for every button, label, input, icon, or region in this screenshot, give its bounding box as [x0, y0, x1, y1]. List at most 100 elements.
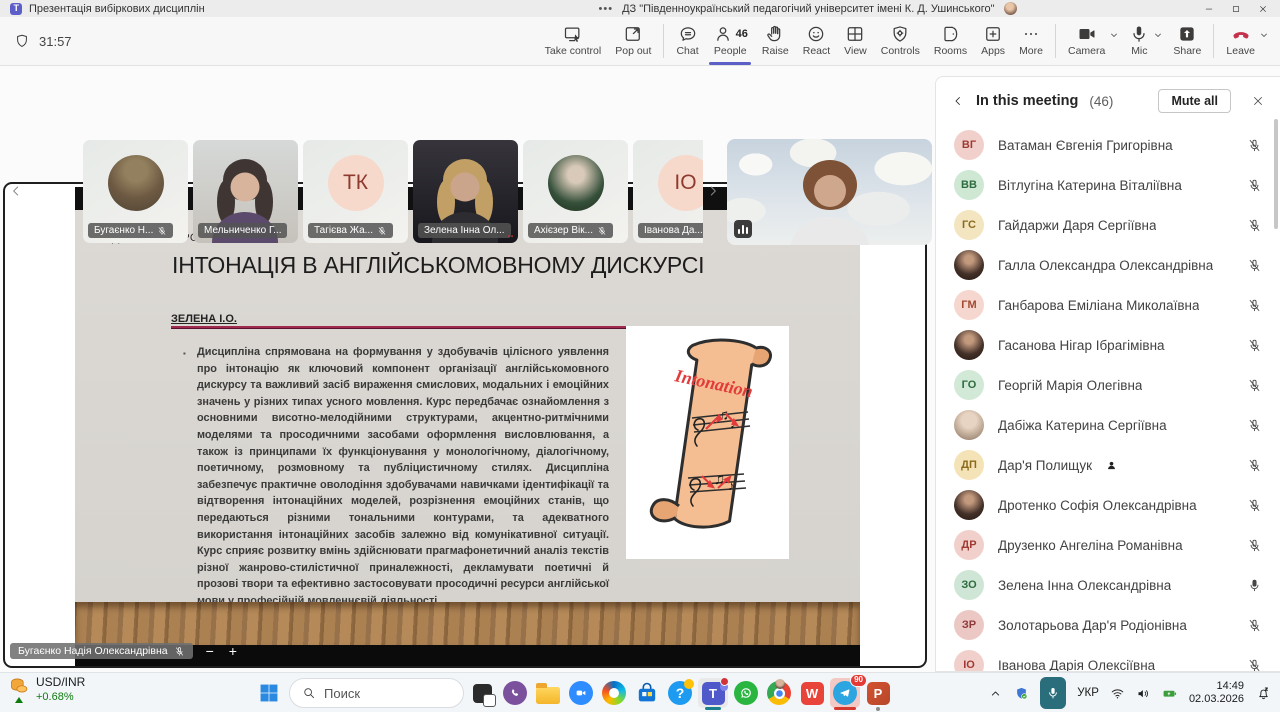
- mic-off-icon[interactable]: [1247, 178, 1262, 193]
- shared-screen[interactable]: ДЛЯ 3-ГО КУРСУ ІНТОНАЦІЯ В АНГЛІЙСЬКОМОВ…: [3, 182, 927, 668]
- rooms-button[interactable]: Rooms: [927, 20, 974, 62]
- mic-off-icon[interactable]: [1247, 418, 1262, 433]
- leave-button[interactable]: Leave: [1219, 20, 1262, 62]
- chrome-taskbar-button[interactable]: [764, 678, 794, 708]
- mic-button[interactable]: Mic: [1122, 20, 1156, 62]
- raise-button[interactable]: Raise: [755, 20, 796, 62]
- view-button[interactable]: View: [837, 20, 874, 62]
- apps-item: Apps: [974, 20, 1012, 62]
- filmstrip-scroll-left-icon[interactable]: [8, 183, 24, 199]
- participant-row[interactable]: ВГВатаман Євгенія Григорівна: [936, 125, 1280, 165]
- copilot-taskbar-button[interactable]: [599, 678, 629, 708]
- mic-off-icon[interactable]: [1247, 298, 1262, 313]
- wifi-icon[interactable]: [1105, 686, 1130, 701]
- taskbar-widget[interactable]: USD/INR +0.68%: [8, 675, 85, 703]
- language-indicator[interactable]: УКР: [1072, 687, 1104, 699]
- ms-store-taskbar-button[interactable]: [632, 678, 662, 708]
- video-tile[interactable]: Ахієзер Вік...: [523, 140, 628, 243]
- leave-label: Leave: [1226, 45, 1255, 57]
- wps-office-taskbar-button[interactable]: W: [797, 678, 827, 708]
- react-button[interactable]: React: [796, 20, 837, 62]
- file-explorer-taskbar-button[interactable]: [533, 678, 563, 708]
- zoom-app-taskbar-button[interactable]: [566, 678, 596, 708]
- share-button[interactable]: Share: [1166, 20, 1208, 62]
- participant-row[interactable]: Дротенко Софія Олександрівна: [936, 485, 1280, 525]
- notification-bell-icon[interactable]: [1251, 686, 1276, 701]
- more-button[interactable]: More: [1012, 20, 1050, 62]
- close-panel-icon[interactable]: [1251, 94, 1265, 108]
- task-view-taskbar-button[interactable]: [467, 678, 497, 708]
- participant-row[interactable]: Гасанова Нігар Ібрагімівна: [936, 325, 1280, 365]
- participant-row[interactable]: Галла Олександра Олександрівна: [936, 245, 1280, 285]
- mic-off-icon[interactable]: [1247, 498, 1262, 513]
- mic-off-icon[interactable]: [1247, 378, 1262, 393]
- question-app-taskbar-button[interactable]: ?: [665, 678, 695, 708]
- leave-iconrow: [1231, 23, 1251, 44]
- zoom-in-button[interactable]: +: [227, 644, 239, 658]
- back-icon[interactable]: [951, 94, 965, 108]
- apps-button[interactable]: Apps: [974, 20, 1012, 62]
- mute-all-button[interactable]: Mute all: [1158, 89, 1231, 113]
- battery-icon[interactable]: [1157, 686, 1182, 701]
- chat-button[interactable]: Chat: [669, 20, 705, 62]
- maximize-icon[interactable]: [1222, 0, 1249, 17]
- mic-in-use-indicator[interactable]: [1035, 677, 1071, 709]
- controls-icon: [890, 24, 910, 44]
- participant-row[interactable]: ЗОЗелена Інна Олександрівна: [936, 565, 1280, 605]
- raise-hand-icon: [765, 24, 785, 44]
- zoom-out-button[interactable]: −: [204, 644, 216, 658]
- participant-row[interactable]: ЗРЗолотарьова Дар'я Родіонівна: [936, 605, 1280, 645]
- mic-off-icon[interactable]: [1247, 258, 1262, 273]
- participant-row[interactable]: ІОІванова Дарія Олексіївна: [936, 645, 1280, 672]
- mic-off-icon[interactable]: [1247, 218, 1262, 233]
- video-tile[interactable]: Зелена Інна Ол...▪▪: [413, 140, 518, 243]
- participant-row[interactable]: ГОГеоргій Марія Олегівна: [936, 365, 1280, 405]
- teams-app-taskbar-button[interactable]: T: [698, 678, 728, 708]
- minimize-icon[interactable]: [1195, 0, 1222, 17]
- taskbar-search[interactable]: Поиск: [289, 678, 464, 708]
- tray-expand-icon[interactable]: [983, 686, 1008, 701]
- participant-row[interactable]: ДПДар'я Полищук: [936, 445, 1280, 485]
- taskbar-clock[interactable]: 14:49 02.03.2026: [1183, 680, 1250, 706]
- panel-scrollbar[interactable]: [1274, 119, 1278, 229]
- pop-out-button[interactable]: Pop out: [608, 20, 658, 62]
- camera-button[interactable]: Camera: [1061, 20, 1112, 62]
- participant-row[interactable]: ГСГайдаржи Даря Сергіївна: [936, 205, 1280, 245]
- mic-off-icon[interactable]: [1247, 338, 1262, 353]
- mic-off-icon[interactable]: [1247, 138, 1262, 153]
- raise-label: Raise: [762, 45, 789, 57]
- participant-row[interactable]: Дабіжа Катерина Сергіївна: [936, 405, 1280, 445]
- close-window-icon[interactable]: [1249, 0, 1276, 17]
- active-speaker-video[interactable]: [727, 139, 932, 245]
- viber-taskbar-button[interactable]: [500, 678, 530, 708]
- participant-row[interactable]: ДРДрузенко Ангеліна Романівна: [936, 525, 1280, 565]
- mic-off-icon[interactable]: [1247, 458, 1262, 473]
- video-tile[interactable]: ТКТагієва Жа...: [303, 140, 408, 243]
- mic-off-icon[interactable]: [1247, 538, 1262, 553]
- filmstrip-scroll-right-icon[interactable]: [705, 183, 721, 199]
- mic-off-icon[interactable]: [1247, 618, 1262, 633]
- file-explorer-glyph: [536, 687, 560, 704]
- video-tile[interactable]: Мельниченко Г...: [193, 140, 298, 243]
- mic-on-icon[interactable]: [1247, 578, 1262, 593]
- speaker-icon[interactable]: [1131, 686, 1156, 701]
- video-tile[interactable]: Бугаєнко Н...: [83, 140, 188, 243]
- powerpoint-taskbar-button[interactable]: P: [863, 678, 893, 708]
- take-control-button[interactable]: Take control: [538, 20, 609, 62]
- camera-icon: [1077, 24, 1097, 44]
- participant-initials-avatar: ЗО: [954, 570, 984, 600]
- participant-name: Дар'я Полищук: [998, 458, 1092, 473]
- mic-off-icon[interactable]: [1247, 658, 1262, 673]
- presenter-name-pill: Бугаєнко Надія Олександрівна: [10, 643, 193, 659]
- people-button[interactable]: 46People: [706, 20, 755, 62]
- telegram-taskbar-button[interactable]: 90: [830, 678, 860, 708]
- whatsapp-taskbar-button[interactable]: [731, 678, 761, 708]
- account-avatar[interactable]: [1004, 2, 1017, 15]
- titlebar-overflow-icon[interactable]: •••: [599, 3, 614, 15]
- defender-shield-icon[interactable]: [1009, 686, 1034, 701]
- video-tile[interactable]: ІОІванова Да...: [633, 140, 703, 243]
- start-button[interactable]: [252, 678, 286, 708]
- participant-row[interactable]: ГМГанбарова Еміліана Миколаївна: [936, 285, 1280, 325]
- participant-row[interactable]: ВВВітлугіна Катерина Віталіївна: [936, 165, 1280, 205]
- controls-button[interactable]: Controls: [874, 20, 927, 62]
